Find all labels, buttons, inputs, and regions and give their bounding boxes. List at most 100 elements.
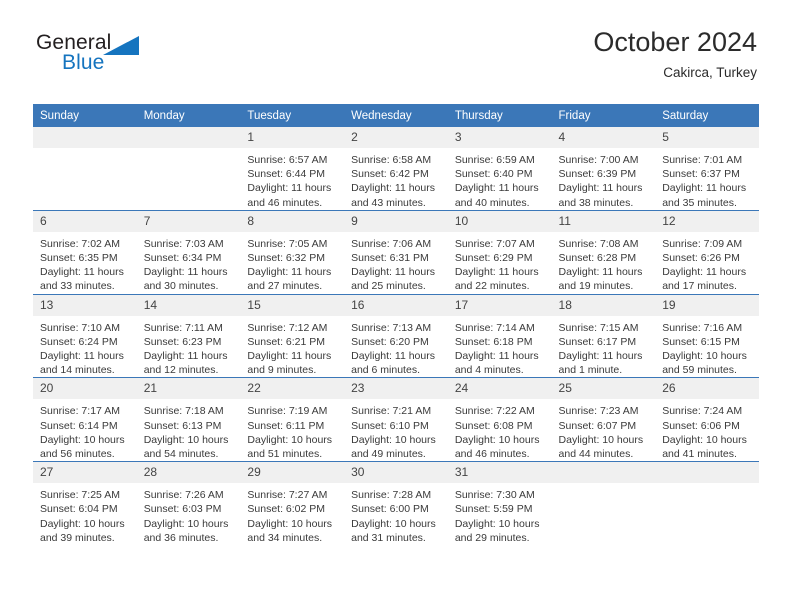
daylight-text: Daylight: 11 hours and 35 minutes. [662,182,747,209]
calendar-cell-day[interactable]: 13 Sunrise: 7:10 AM Sunset: 6:24 PM Dayligh… [33,293,137,378]
day-number: 30 [344,462,448,484]
daylight-text: Daylight: 10 hours and 44 minutes. [558,433,644,461]
day-details: Sunrise: 7:07 AM Sunset: 6:29 PM Daylight:… [448,232,552,294]
weekday-header-saturday: Saturday [655,104,759,127]
general-blue-logo[interactable]: General Blue [33,31,213,83]
calendar-cell-day[interactable]: 7 Sunrise: 7:03 AM Sunset: 6:34 PM Daylight… [136,209,241,295]
calendar-cell-day[interactable]: 29 Sunrise: 7:27 AM Sunset: 6:02 PM Dayligh… [240,461,345,546]
daylight-text: Daylight: 10 hours and 34 minutes. [247,517,333,544]
sunset-text: Sunset: 6:17 PM [558,335,637,348]
sunrise-text: Sunrise: 6:59 AM [454,154,535,166]
daylight-text: Daylight: 10 hours and 41 minutes. [662,433,747,461]
day-details: Sunrise: 7:13 AM Sunset: 6:20 PM Daylight:… [344,316,448,378]
sunrise-text: Sunrise: 7:23 AM [558,405,639,418]
day-number: 3 [447,127,552,148]
sunrise-text: Sunrise: 7:30 AM [454,489,535,502]
calendar-week-row: 6 Sunrise: 7:02 AM Sunset: 6:35 PM Daylight… [33,209,759,295]
calendar-cell-day[interactable]: 22 Sunrise: 7:19 AM Sunset: 6:11 PM Dayligh… [240,377,345,462]
calendar-cell-day[interactable]: 19 Sunrise: 7:16 AM Sunset: 6:15 PM Dayligh… [655,293,759,378]
calendar-cell-empty [136,127,241,211]
daylight-text: Daylight: 10 hours and 49 minutes. [351,433,436,461]
sunset-text: Sunset: 6:23 PM [143,335,222,348]
calendar-cell-day[interactable]: 17 Sunrise: 7:14 AM Sunset: 6:18 PM Dayligh… [447,293,552,378]
sunset-text: Sunset: 6:02 PM [247,503,326,516]
calendar-cell-day[interactable]: 15 Sunrise: 7:12 AM Sunset: 6:21 PM Dayligh… [240,293,345,378]
sunrise-text: Sunrise: 7:06 AM [351,237,432,250]
day-details: Sunrise: 7:26 AM Sunset: 6:03 PM Daylight:… [137,483,241,545]
day-number: 16 [344,294,448,316]
calendar-cell-day[interactable]: 9 Sunrise: 7:06 AM Sunset: 6:31 PM Daylight… [344,209,448,295]
daylight-text: Daylight: 10 hours and 29 minutes. [454,517,540,544]
calendar-cell-day[interactable]: 31 Sunrise: 7:30 AM Sunset: 5:59 PM Dayligh… [447,461,552,546]
calendar-cell-day[interactable]: 26 Sunrise: 7:24 AM Sunset: 6:06 PM Dayligh… [655,377,759,462]
day-number [655,462,759,484]
weekday-header-thursday: Thursday [447,104,552,127]
daylight-text: Daylight: 11 hours and 19 minutes. [558,266,643,293]
sunset-text: Sunset: 6:06 PM [662,419,740,432]
day-details: Sunrise: 7:30 AM Sunset: 5:59 PM Daylight:… [448,483,552,545]
sunrise-text: Sunrise: 7:16 AM [662,321,743,334]
calendar-cell-day[interactable]: 5 Sunrise: 7:01 AM Sunset: 6:37 PM Daylight… [655,127,759,211]
calendar-cell-day[interactable]: 25 Sunrise: 7:23 AM Sunset: 6:07 PM Dayligh… [551,377,656,462]
sunrise-text: Sunrise: 7:25 AM [40,489,120,502]
calendar-week-row: 1 Sunrise: 6:57 AM Sunset: 6:44 PM Daylight… [33,127,759,211]
day-number: 1 [240,127,345,148]
sunrise-text: Sunrise: 7:07 AM [454,237,535,250]
calendar-cell-day[interactable]: 16 Sunrise: 7:13 AM Sunset: 6:20 PM Dayligh… [344,293,448,378]
calendar-cell-day[interactable]: 27 Sunrise: 7:25 AM Sunset: 6:04 PM Dayligh… [33,461,137,546]
daylight-text: Daylight: 10 hours and 51 minutes. [247,433,333,461]
sunrise-text: Sunrise: 7:08 AM [558,237,639,250]
day-details: Sunrise: 7:12 AM Sunset: 6:21 PM Daylight:… [240,316,344,378]
sunset-text: Sunset: 6:14 PM [40,419,118,432]
sunset-text: Sunset: 6:04 PM [40,503,118,516]
calendar-cell-day[interactable]: 28 Sunrise: 7:26 AM Sunset: 6:03 PM Dayligh… [136,461,241,546]
daylight-text: Daylight: 11 hours and 27 minutes. [247,266,332,293]
calendar-cell-day[interactable]: 6 Sunrise: 7:02 AM Sunset: 6:35 PM Daylight… [33,209,137,295]
sunset-text: Sunset: 6:07 PM [558,419,637,432]
calendar-cell-day[interactable]: 11 Sunrise: 7:08 AM Sunset: 6:28 PM Dayligh… [551,209,656,295]
page-header: General Blue October 2024 Cakirca, Turke… [0,0,792,80]
calendar-cell-day[interactable]: 21 Sunrise: 7:18 AM Sunset: 6:13 PM Dayligh… [136,377,241,462]
weekday-header-tuesday: Tuesday [240,104,345,127]
calendar-cell-day[interactable]: 4 Sunrise: 7:00 AM Sunset: 6:39 PM Daylight… [551,127,656,211]
calendar-cell-day[interactable]: 3 Sunrise: 6:59 AM Sunset: 6:40 PM Daylight… [447,127,552,211]
day-details: Sunrise: 7:05 AM Sunset: 6:32 PM Daylight:… [240,232,344,294]
day-details: Sunrise: 7:08 AM Sunset: 6:28 PM Daylight:… [552,232,656,294]
calendar-cell-day[interactable]: 18 Sunrise: 7:15 AM Sunset: 6:17 PM Dayligh… [551,293,656,378]
calendar-cell-day[interactable]: 2 Sunrise: 6:58 AM Sunset: 6:42 PM Daylight… [344,127,448,211]
calendar-cell-day[interactable]: 20 Sunrise: 7:17 AM Sunset: 6:14 PM Dayligh… [33,377,137,462]
day-details: Sunrise: 7:15 AM Sunset: 6:17 PM Daylight:… [552,316,656,378]
daylight-text: Daylight: 11 hours and 6 minutes. [351,350,435,377]
day-details: Sunrise: 7:03 AM Sunset: 6:34 PM Daylight:… [137,232,241,294]
day-details: Sunrise: 7:02 AM Sunset: 6:35 PM Daylight:… [33,232,137,294]
sunset-text: Sunset: 6:28 PM [558,252,637,265]
calendar-cell-day[interactable]: 12 Sunrise: 7:09 AM Sunset: 6:26 PM Dayligh… [655,209,759,295]
daylight-text: Daylight: 11 hours and 43 minutes. [351,182,435,209]
day-number: 24 [447,378,552,400]
day-details: Sunrise: 7:11 AM Sunset: 6:23 PM Daylight:… [137,316,241,378]
calendar-cell-day[interactable]: 8 Sunrise: 7:05 AM Sunset: 6:32 PM Daylight… [240,209,345,295]
sunset-text: Sunset: 6:32 PM [247,252,326,265]
calendar-cell-day[interactable]: 30 Sunrise: 7:28 AM Sunset: 6:00 PM Dayligh… [344,461,448,546]
sunrise-text: Sunrise: 7:17 AM [40,405,120,418]
daylight-text: Daylight: 11 hours and 30 minutes. [143,266,228,293]
day-number: 2 [344,127,448,148]
calendar-cell-day[interactable]: 23 Sunrise: 7:21 AM Sunset: 6:10 PM Dayligh… [344,377,448,462]
sunrise-text: Sunrise: 7:18 AM [143,405,224,418]
daylight-text: Daylight: 10 hours and 36 minutes. [143,517,229,544]
day-number: 8 [240,210,345,232]
calendar-cell-day[interactable]: 1 Sunrise: 6:57 AM Sunset: 6:44 PM Daylight… [240,127,345,211]
calendar-cell-day[interactable]: 24 Sunrise: 7:22 AM Sunset: 6:08 PM Dayligh… [447,377,552,462]
day-details: Sunrise: 7:16 AM Sunset: 6:15 PM Daylight:… [655,316,759,378]
daylight-text: Daylight: 11 hours and 40 minutes. [454,182,539,209]
daylight-text: Daylight: 11 hours and 46 minutes. [247,182,332,209]
calendar-cell-empty [33,127,137,211]
day-details: Sunrise: 7:23 AM Sunset: 6:07 PM Daylight:… [552,399,656,461]
day-number: 25 [551,378,656,400]
day-number: 11 [551,210,656,232]
day-number: 23 [344,378,448,400]
calendar-cell-day[interactable]: 10 Sunrise: 7:07 AM Sunset: 6:29 PM Dayligh… [447,209,552,295]
day-details: Sunrise: 7:24 AM Sunset: 6:06 PM Daylight:… [655,399,759,461]
sunset-text: Sunset: 6:18 PM [454,335,533,348]
calendar-cell-day[interactable]: 14 Sunrise: 7:11 AM Sunset: 6:23 PM Dayligh… [136,293,241,378]
